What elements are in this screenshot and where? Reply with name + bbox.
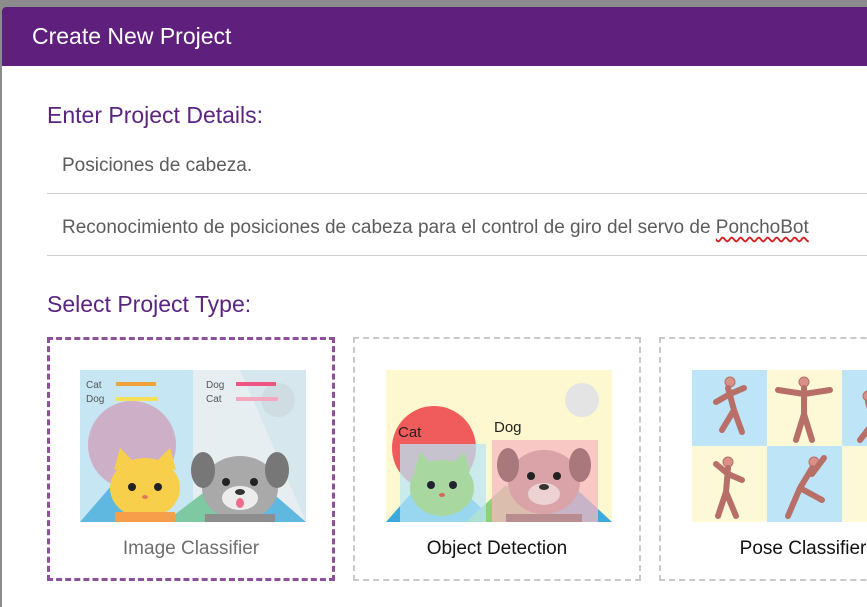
pose-classifier-label: Pose Classifier — [739, 538, 867, 559]
detection-label-dog: Dog — [494, 419, 522, 436]
dialog-header: Create New Project — [2, 7, 867, 66]
project-type-heading: Select Project Type: — [47, 291, 252, 317]
description-text: Reconocimiento de posiciones de cabeza p… — [62, 217, 716, 238]
image-classifier-label: Image Classifier — [122, 538, 260, 559]
thumb-label-cat-2: Cat — [206, 394, 222, 405]
misspelled-word: PonchoBot — [715, 217, 809, 238]
thumb-label-dog-1: Dog — [86, 394, 104, 405]
object-detection-thumbnail: Cat Dog — [386, 370, 612, 522]
object-detection-label: Object Detection — [426, 538, 568, 559]
image-classifier-thumbnail: Cat Dog Dog Cat — [80, 370, 306, 522]
pose-classifier-thumbnail — [692, 370, 867, 522]
dialog-title: Create New Project — [32, 23, 232, 49]
project-description-input[interactable]: Reconocimiento de posiciones de cabeza p… — [62, 217, 809, 239]
thumb-label-dog-2: Dog — [206, 380, 224, 391]
create-project-dialog: Create New Project Enter Project Details… — [2, 7, 867, 607]
thumb-label-cat-1: Cat — [86, 380, 102, 391]
image-classifier-card[interactable]: Cat Dog Dog Cat Image Classifier — [47, 337, 335, 581]
project-name-field[interactable] — [47, 139, 867, 194]
project-description-field[interactable]: Reconocimiento de posiciones de cabeza p… — [47, 201, 867, 256]
object-detection-card[interactable]: Cat Dog Object Detection — [353, 337, 641, 581]
detection-label-cat: Cat — [398, 424, 422, 441]
project-name-input[interactable] — [47, 139, 867, 193]
pose-classifier-card[interactable]: Pose Classifier — [659, 337, 867, 581]
project-details-heading: Enter Project Details: — [47, 102, 264, 128]
